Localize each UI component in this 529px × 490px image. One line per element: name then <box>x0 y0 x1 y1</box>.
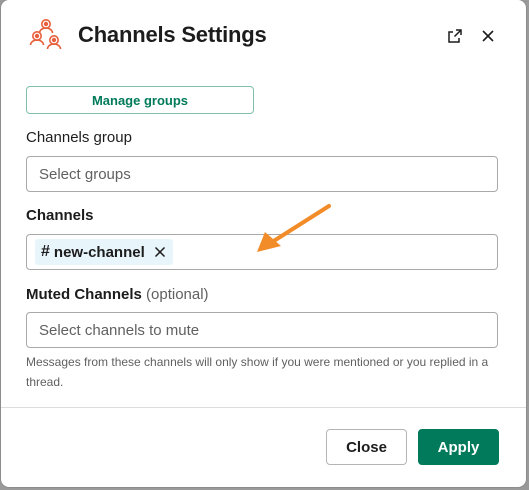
channel-chip: # new-channel <box>35 239 173 265</box>
modal-header: Channels Settings <box>1 0 526 72</box>
channels-settings-modal: Channels Settings Manage groups Channels… <box>1 0 526 487</box>
footer-divider <box>1 407 526 408</box>
channels-group-label: Channels group <box>26 129 132 146</box>
muted-channels-title: Muted Channels <box>26 286 142 303</box>
manage-groups-button[interactable]: Manage groups <box>26 86 254 114</box>
close-icon[interactable] <box>476 24 500 48</box>
annotation-arrow-icon <box>257 204 331 252</box>
channel-chip-label: new-channel <box>53 243 145 261</box>
muted-channels-label: Muted Channels (optional) <box>26 286 209 303</box>
close-button[interactable]: Close <box>326 429 407 465</box>
channels-label: Channels <box>26 207 94 224</box>
muted-channels-help: Messages from these channels will only s… <box>26 355 489 389</box>
channel-hash-icon: # <box>41 243 50 260</box>
people-group-icon <box>25 15 67 57</box>
external-link-icon[interactable] <box>443 24 467 48</box>
remove-channel-icon[interactable] <box>153 245 167 259</box>
channels-group-select[interactable]: Select groups <box>26 156 498 192</box>
optional-tag: (optional) <box>146 286 209 303</box>
muted-channels-select[interactable]: Select channels to mute <box>26 312 498 348</box>
modal-title: Channels Settings <box>78 22 267 47</box>
muted-channels-placeholder: Select channels to mute <box>39 321 200 339</box>
apply-button[interactable]: Apply <box>418 429 499 465</box>
channels-group-placeholder: Select groups <box>39 165 131 183</box>
